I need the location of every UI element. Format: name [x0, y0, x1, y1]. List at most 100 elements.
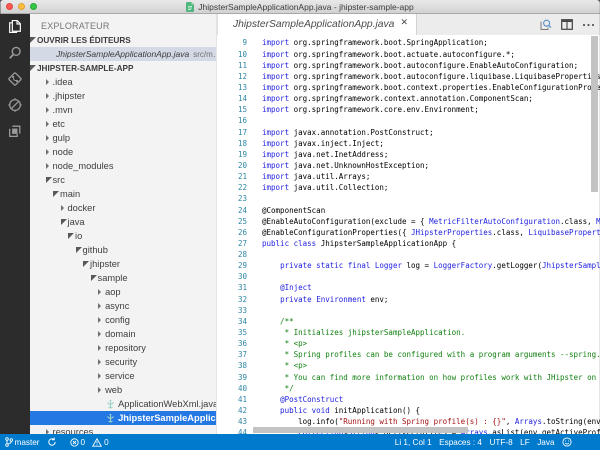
- code-line-33[interactable]: 33: [217, 305, 600, 316]
- code-editor[interactable]: 9import org.springframework.boot.SpringA…: [217, 35, 600, 434]
- code-line-21[interactable]: 21import java.util.Arrays;: [217, 171, 600, 182]
- tree-folder-repository[interactable]: repository: [30, 341, 217, 355]
- language-mode[interactable]: Java: [537, 438, 554, 447]
- code-line-9[interactable]: 9import org.springframework.boot.SpringA…: [217, 37, 600, 48]
- activity-search-icon[interactable]: [0, 40, 30, 66]
- code-line-25[interactable]: 25@EnableAutoConfiguration(exclude = { M…: [217, 216, 600, 227]
- titlebar[interactable]: JhipsterSampleApplicationApp.java - jhip…: [0, 0, 600, 14]
- code-line-34[interactable]: 34 /**: [217, 316, 600, 327]
- tree-folder-aop[interactable]: aop: [30, 285, 217, 299]
- tree-folder-security[interactable]: security: [30, 355, 217, 369]
- tree-file-JhipsterSampleApplicationApp.java[interactable]: JhipsterSampleApplicationApp.java: [30, 411, 217, 425]
- code-line-22[interactable]: 22import java.util.Collection;: [217, 182, 600, 193]
- git-branch-indicator[interactable]: master: [5, 437, 40, 447]
- activity-explorer-icon[interactable]: [0, 14, 30, 40]
- twistie-collapsed-icon[interactable]: [46, 121, 53, 127]
- twistie-collapsed-icon[interactable]: [98, 317, 105, 323]
- activity-source-control-icon[interactable]: [0, 66, 30, 92]
- code-line-30[interactable]: 30: [217, 271, 600, 282]
- twistie-collapsed-icon[interactable]: [98, 289, 105, 295]
- tree-folder-java[interactable]: java: [30, 215, 217, 229]
- tree-folder-gulp[interactable]: gulp: [30, 131, 217, 145]
- code-line-36[interactable]: 36 * <p>: [217, 338, 600, 349]
- tree-folder-sample[interactable]: sample: [30, 271, 217, 285]
- twistie-collapsed-icon[interactable]: [46, 107, 53, 113]
- twistie-expanded-icon[interactable]: [91, 275, 98, 281]
- twistie-collapsed-icon[interactable]: [98, 345, 105, 351]
- sync-indicator[interactable]: [47, 437, 57, 447]
- twistie-collapsed-icon[interactable]: [61, 205, 68, 211]
- code-line-18[interactable]: 18import javax.inject.Inject;: [217, 138, 600, 149]
- code-line-17[interactable]: 17import javax.annotation.PostConstruct;: [217, 127, 600, 138]
- cursor-position[interactable]: Li 1, Col 1: [395, 438, 432, 447]
- code-line-27[interactable]: 27public class JhipsterSampleApplication…: [217, 238, 600, 249]
- code-line-35[interactable]: 35 * Initializes jhipsterSampleApplicati…: [217, 327, 600, 338]
- tree-folder-async[interactable]: async: [30, 299, 217, 313]
- vertical-scrollbar[interactable]: [591, 36, 598, 192]
- tree-folder-service[interactable]: service: [30, 369, 217, 383]
- code-line-26[interactable]: 26@EnableConfigurationProperties({ JHips…: [217, 227, 600, 238]
- tab-close-icon[interactable]: ✕: [400, 18, 408, 28]
- twistie-expanded-icon[interactable]: [68, 233, 75, 239]
- code-line-16[interactable]: 16: [217, 115, 600, 126]
- tree-folder-docker[interactable]: docker: [30, 201, 217, 215]
- code-line-41[interactable]: 41 @PostConstruct: [217, 394, 600, 405]
- section-twistie-icon[interactable]: [30, 37, 37, 43]
- tree-folder-node[interactable]: node: [30, 145, 217, 159]
- twistie-collapsed-icon[interactable]: [46, 93, 53, 99]
- tree-folder-resources[interactable]: resources: [30, 425, 217, 434]
- code-line-28[interactable]: 28: [217, 249, 600, 260]
- twistie-collapsed-icon[interactable]: [98, 331, 105, 337]
- eol-setting[interactable]: LF: [520, 438, 530, 447]
- code-line-24[interactable]: 24@ComponentScan: [217, 205, 600, 216]
- code-line-11[interactable]: 11import org.springframework.boot.autoco…: [217, 60, 600, 71]
- tree-folder-config[interactable]: config: [30, 313, 217, 327]
- twistie-collapsed-icon[interactable]: [98, 387, 105, 393]
- code-line-32[interactable]: 32 private Environment env;: [217, 294, 600, 305]
- code-line-43[interactable]: 43 log.info("Running with Spring profile…: [217, 416, 600, 427]
- code-line-39[interactable]: 39 * You can find more information on ho…: [217, 372, 600, 383]
- tree-folder-web[interactable]: web: [30, 383, 217, 397]
- section-twistie-icon[interactable]: [30, 65, 37, 71]
- tree-file-ApplicationWebXml.java[interactable]: ApplicationWebXml.java: [30, 397, 217, 411]
- twistie-expanded-icon[interactable]: [61, 219, 68, 225]
- twistie-collapsed-icon[interactable]: [98, 303, 105, 309]
- code-line-40[interactable]: 40 */: [217, 383, 600, 394]
- feedback-smiley-icon[interactable]: [562, 437, 572, 447]
- code-line-31[interactable]: 31 @Inject: [217, 282, 600, 293]
- twistie-collapsed-icon[interactable]: [46, 149, 53, 155]
- tree-folder-.jhipster[interactable]: .jhipster: [30, 89, 217, 103]
- indentation-setting[interactable]: Espaces : 4: [439, 438, 482, 447]
- tree-folder-domain[interactable]: domain: [30, 327, 217, 341]
- tree-folder-node_modules[interactable]: node_modules: [30, 159, 217, 173]
- code-line-15[interactable]: 15import org.springframework.core.env.En…: [217, 104, 600, 115]
- errors-indicator[interactable]: 0: [70, 438, 86, 447]
- tab-active[interactable]: JhipsterSampleApplicationApp.java ✕: [217, 14, 417, 35]
- activity-extensions-icon[interactable]: [0, 118, 30, 144]
- encoding-setting[interactable]: UTF-8: [489, 438, 512, 447]
- code-line-19[interactable]: 19import java.net.InetAddress;: [217, 149, 600, 160]
- twistie-expanded-icon[interactable]: [76, 247, 83, 253]
- tree-folder-.mvn[interactable]: .mvn: [30, 103, 217, 117]
- twistie-expanded-icon[interactable]: [53, 191, 60, 197]
- tree-folder-src[interactable]: src: [30, 173, 217, 187]
- code-line-20[interactable]: 20import java.net.UnknownHostException;: [217, 160, 600, 171]
- code-line-37[interactable]: 37 * Spring profiles can be configured w…: [217, 349, 600, 360]
- horizontal-scrollbar[interactable]: [253, 427, 468, 433]
- code-line-38[interactable]: 38 * <p>: [217, 360, 600, 371]
- more-actions-icon[interactable]: [582, 23, 595, 27]
- activity-debug-icon[interactable]: [0, 92, 30, 118]
- twistie-expanded-icon[interactable]: [83, 261, 90, 267]
- twistie-expanded-icon[interactable]: [46, 177, 53, 183]
- open-preview-icon[interactable]: [539, 18, 552, 31]
- twistie-collapsed-icon[interactable]: [46, 135, 53, 141]
- warnings-indicator[interactable]: 0: [92, 438, 109, 447]
- code-line-29[interactable]: 29 private static final Logger log = Log…: [217, 260, 600, 271]
- open-editor-item[interactable]: JhipsterSampleApplicationApp.java src/m…: [30, 47, 217, 61]
- twistie-collapsed-icon[interactable]: [98, 373, 105, 379]
- open-editors-header[interactable]: OUVRIR LES ÉDITEURS: [30, 33, 217, 47]
- tree-folder-io[interactable]: io: [30, 229, 217, 243]
- folder-root-header[interactable]: JHIPSTER-SAMPLE-APP: [30, 61, 217, 75]
- tree-folder-jhipster[interactable]: jhipster: [30, 257, 217, 271]
- twistie-collapsed-icon[interactable]: [46, 79, 53, 85]
